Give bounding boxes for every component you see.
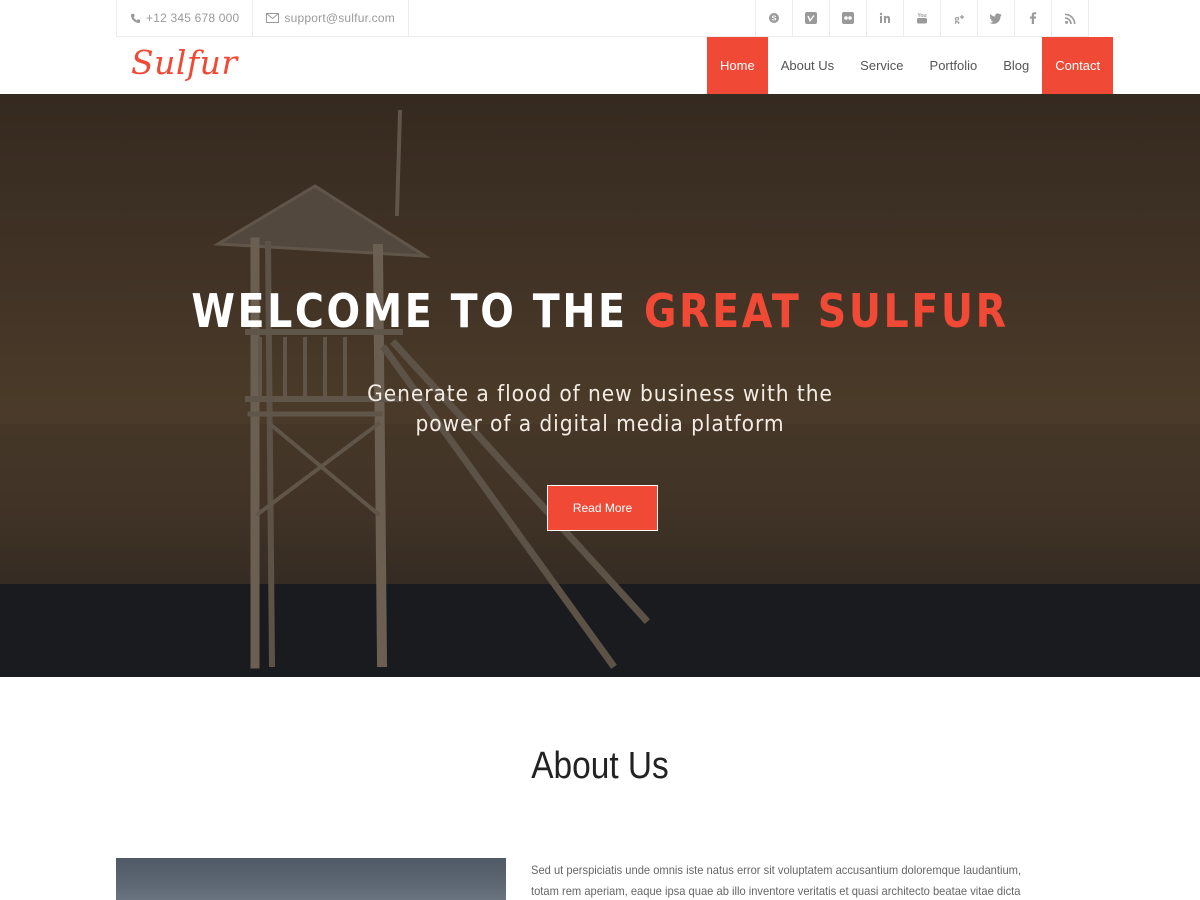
svg-text:g: g [955, 14, 960, 24]
main-nav: Home About Us Service Portfolio Blog Con… [707, 37, 1114, 94]
twitter-icon[interactable] [977, 0, 1014, 36]
email-contact[interactable]: support@sulfur.com [253, 0, 409, 36]
hero-subtitle: Generate a flood of new business with th… [48, 380, 1152, 440]
flickr-icon[interactable] [829, 0, 866, 36]
nav-portfolio[interactable]: Portfolio [917, 37, 991, 94]
hero-title-accent: GREAT SULFUR [644, 284, 1009, 338]
nav-about-us[interactable]: About Us [768, 37, 847, 94]
nav-service[interactable]: Service [847, 37, 916, 94]
nav-blog[interactable]: Blog [990, 37, 1042, 94]
skype-icon[interactable]: S [755, 0, 792, 36]
svg-text:S: S [771, 14, 776, 23]
phone-number: +12 345 678 000 [146, 11, 240, 25]
phone-icon [130, 13, 141, 23]
envelope-icon [266, 13, 280, 23]
phone-contact[interactable]: +12 345 678 000 [117, 0, 254, 36]
email-address: support@sulfur.com [284, 11, 395, 25]
linkedin-icon[interactable] [866, 0, 903, 36]
top-bar: +12 345 678 000 support@sulfur.com S You… [116, 0, 1089, 37]
hero-banner: WELCOME TO THE GREAT SULFUR Generate a f… [0, 94, 1200, 677]
facebook-icon[interactable] [1014, 0, 1051, 36]
vimeo-icon[interactable] [792, 0, 829, 36]
social-links: S You g [755, 0, 1088, 36]
hero-subtitle-line2: power of a digital media platform [415, 412, 785, 437]
about-title: About Us [531, 745, 669, 787]
rss-icon[interactable] [1051, 0, 1088, 36]
nav-contact[interactable]: Contact [1042, 37, 1114, 94]
youtube-icon[interactable]: You [903, 0, 940, 36]
site-header: Sulfur Home About Us Service Portfolio B… [0, 37, 1200, 94]
read-more-button[interactable]: Read More [547, 485, 658, 531]
hero-title: WELCOME TO THE GREAT SULFUR [84, 284, 1116, 338]
nav-home[interactable]: Home [707, 37, 768, 94]
hero-title-main: WELCOME TO THE [191, 284, 645, 338]
google-plus-icon[interactable]: g [940, 0, 977, 36]
site-logo[interactable]: Sulfur [131, 43, 238, 82]
about-paragraph: Sed ut perspiciatis unde omnis iste natu… [531, 863, 1022, 898]
hero-subtitle-line1: Generate a flood of new business with th… [367, 382, 833, 407]
about-image [116, 858, 506, 900]
